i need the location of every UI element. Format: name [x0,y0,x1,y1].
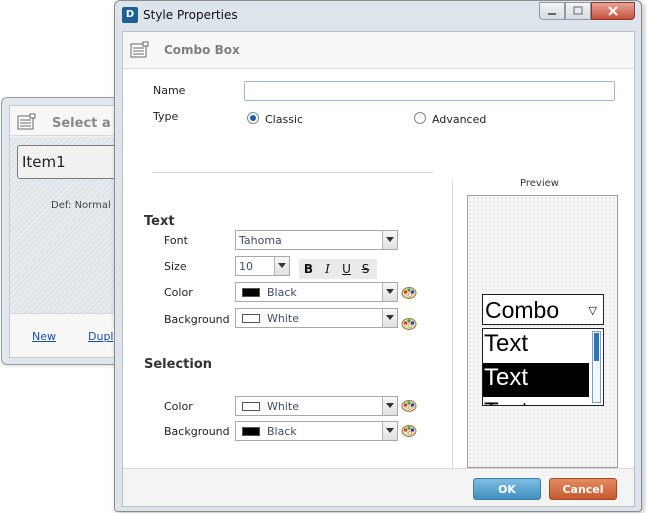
preview-panel: Combo ▽ Text Text Text [467,195,618,468]
title-bar[interactable]: D Style Properties [115,1,641,30]
close-icon [608,6,618,16]
text-color-dropdown[interactable]: Black [235,282,398,302]
preview-combo-box: Combo ▽ [482,294,604,325]
selection-color-label: Color [164,400,193,413]
background-window-content: Select a S Item1 Def: Normal New Dupl [9,105,121,358]
maximize-icon [573,6,583,15]
preview-combo-text: Combo [485,297,560,323]
default-style-text: Def: Normal [51,200,111,211]
color-swatch [242,402,260,411]
type-advanced-radio[interactable] [414,112,426,124]
italic-button[interactable]: I [318,259,337,279]
preview-label: Preview [520,178,559,189]
bold-button[interactable]: B [299,259,318,279]
color-swatch [242,314,260,323]
selection-color-value: White [267,400,299,413]
text-color-label: Color [164,286,193,299]
background-window-header: Select a S [10,106,122,136]
selection-section-title: Selection [144,357,213,372]
chevron-down-icon[interactable] [382,397,397,415]
type-classic-radio[interactable] [247,112,259,124]
selection-background-value: Black [267,425,297,438]
font-style-toolbar: B I U S [299,259,377,279]
chevron-down-icon[interactable] [274,257,289,275]
chevron-down-icon[interactable] [382,309,397,327]
background-window-title: Select a S [52,116,122,131]
dialog-header: Combo Box [123,32,634,69]
type-label: Type [153,110,179,123]
duplicate-link[interactable]: Dupl [88,330,113,343]
close-button[interactable] [591,2,635,20]
preview-divider [452,180,453,470]
color-palette-icon[interactable] [401,397,417,413]
new-link[interactable]: New [32,330,56,343]
text-section-title: Text [144,214,175,229]
selection-background-label: Background [164,425,230,438]
color-swatch [242,288,260,297]
type-advanced-label[interactable]: Advanced [432,113,486,126]
name-input[interactable] [244,81,615,101]
preview-scrollbar [592,331,601,403]
preview-list-item: Text [483,329,589,363]
chevron-down-icon[interactable] [382,231,397,249]
text-background-value: White [267,312,299,325]
minimize-icon [548,13,556,15]
preview-list: Text Text Text [482,328,604,406]
color-palette-icon[interactable] [401,284,417,300]
dialog-content: Name Type Classic Advanced Text Font Tah… [123,70,634,470]
window-title: Style Properties [143,8,238,22]
preview-list-item: Text [483,397,589,405]
divider [152,172,433,173]
style-properties-dialog: D Style Properties Combo Box Name Type C… [114,0,642,512]
underline-button[interactable]: U [337,259,356,279]
font-dropdown[interactable]: Tahoma [235,230,398,250]
color-swatch [242,427,260,436]
cancel-button[interactable]: Cancel [549,478,617,500]
size-dropdown[interactable]: 10 [235,256,290,276]
background-window-footer: New Dupl [10,313,120,357]
color-palette-icon[interactable] [401,422,417,438]
size-label: Size [164,260,187,273]
ok-button[interactable]: OK [473,478,541,500]
color-palette-icon[interactable] [401,315,417,331]
text-background-label: Background [164,313,230,326]
maximize-button[interactable] [565,2,591,20]
type-classic-label[interactable]: Classic [265,113,303,126]
selection-background-dropdown[interactable]: Black [235,421,398,441]
style-list: Item1 Def: Normal [10,137,121,320]
chevron-down-icon[interactable] [382,283,397,301]
dialog-client-area: Combo Box Name Type Classic Advanced Tex… [122,31,635,507]
window-controls [539,2,635,21]
style-list-item[interactable]: Item1 [17,145,121,179]
preview-dropdown-arrow-icon: ▽ [588,304,597,317]
font-value: Tahoma [239,234,282,247]
app-icon: D [122,7,138,23]
selection-color-dropdown[interactable]: White [235,396,398,416]
strikethrough-button[interactable]: S [356,259,375,279]
chevron-down-icon[interactable] [382,422,397,440]
size-value: 10 [239,260,253,273]
preview-list-item-selected: Text [483,363,589,397]
header-title: Combo Box [164,43,240,57]
preview-scrollbar-thumb [594,333,599,361]
minimize-button[interactable] [539,2,565,20]
background-window: Select a S Item1 Def: Normal New Dupl [1,97,122,365]
text-background-dropdown[interactable]: White [235,308,398,328]
font-label: Font [164,234,188,247]
dialog-footer: OK Cancel [123,468,634,506]
text-color-value: Black [267,286,297,299]
list-icon [17,113,36,130]
combo-box-icon [130,41,149,58]
name-label: Name [153,84,186,97]
